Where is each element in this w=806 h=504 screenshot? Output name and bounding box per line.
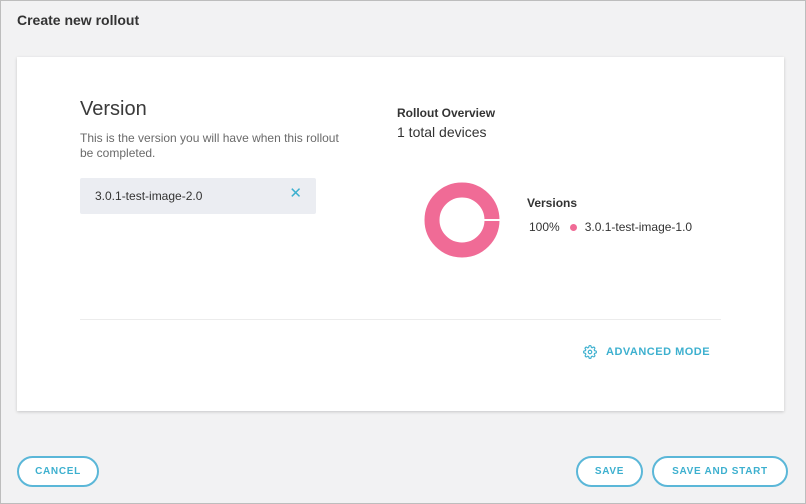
donut-slice-3.0.1-test-image-1.0 xyxy=(424,182,500,258)
rollout-dialog: Create new rollout Version This is the v… xyxy=(0,0,806,504)
save-button[interactable]: SAVE xyxy=(576,456,643,487)
version-description: This is the version you will have when t… xyxy=(80,131,339,160)
section-divider xyxy=(80,319,721,320)
dialog-title: Create new rollout xyxy=(17,12,140,28)
versions-legend-title: Versions xyxy=(527,196,578,210)
version-heading: Version xyxy=(80,98,147,120)
advanced-mode-label: ADVANCED MODE xyxy=(606,346,711,358)
legend-item: 100% 3.0.1-test-image-1.0 xyxy=(529,220,692,234)
legend-percent: 100% xyxy=(529,220,560,234)
legend-dot-icon xyxy=(569,223,577,231)
version-select[interactable]: 3.0.1-test-image-2.0 ✕ xyxy=(80,178,316,214)
versions-donut-chart xyxy=(424,182,500,258)
version-select-value: 3.0.1-test-image-2.0 xyxy=(95,189,203,203)
advanced-mode-button[interactable]: ADVANCED MODE xyxy=(583,345,710,359)
cancel-button[interactable]: CANCEL xyxy=(17,456,99,487)
rollout-overview-title: Rollout Overview xyxy=(397,106,496,120)
rollout-card: Version This is the version you will hav… xyxy=(17,57,784,411)
total-devices-count: 1 total devices xyxy=(397,124,487,140)
close-icon[interactable]: ✕ xyxy=(289,186,302,202)
save-and-start-button[interactable]: SAVE AND START xyxy=(652,456,788,487)
gear-icon xyxy=(583,345,597,359)
legend-version-label: 3.0.1-test-image-1.0 xyxy=(584,220,693,234)
